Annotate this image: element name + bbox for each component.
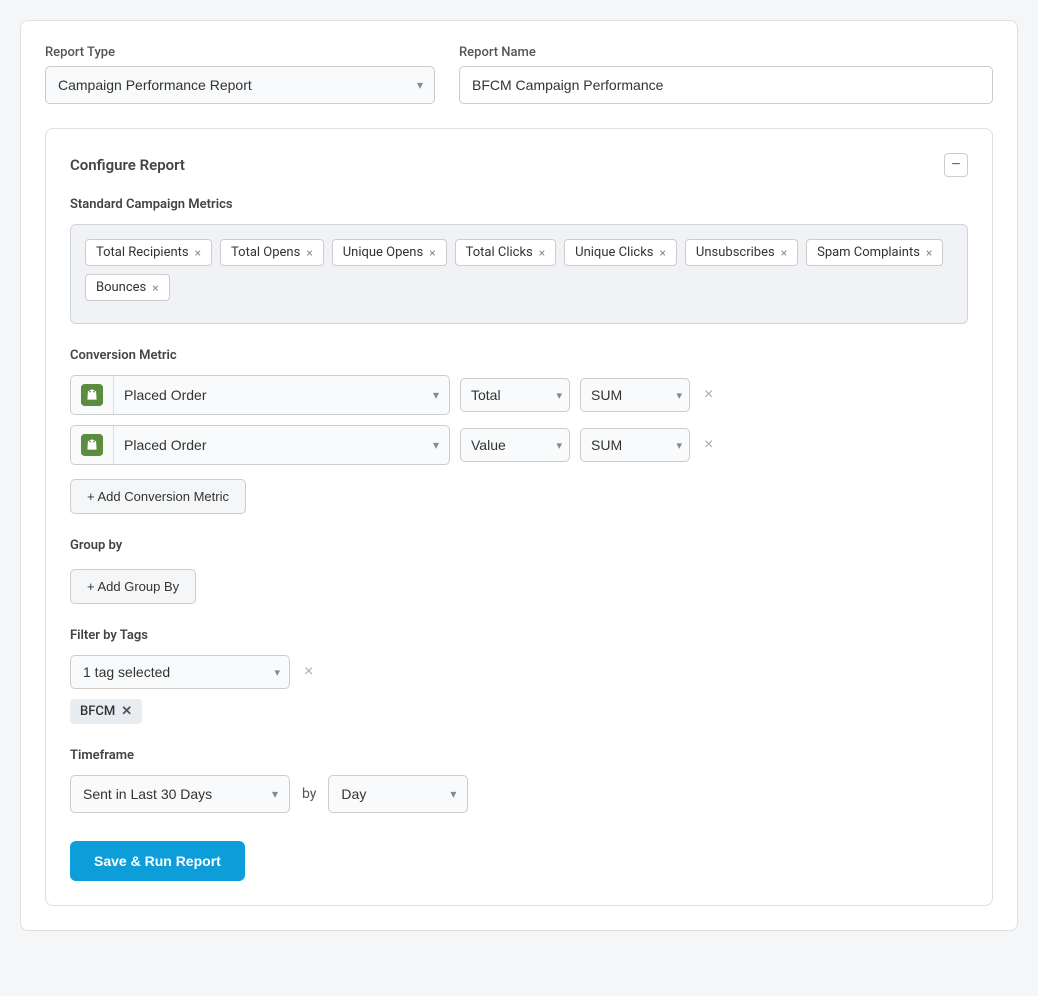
group-by-section: Group by + Add Group By xyxy=(70,538,968,604)
report-name-input[interactable] xyxy=(459,66,993,104)
filter-tags-select[interactable]: 1 tag selected 2 tags selected xyxy=(70,655,290,689)
timeframe-row: Sent in Last 30 Days Sent in Last 7 Days… xyxy=(70,775,968,813)
filter-tags-section: Filter by Tags 1 tag selected 2 tags sel… xyxy=(70,628,968,724)
metric-tag: Bounces × xyxy=(85,274,170,301)
timeframe-section: Timeframe Sent in Last 30 Days Sent in L… xyxy=(70,748,968,813)
standard-metrics-title: Standard Campaign Metrics xyxy=(70,197,968,212)
metric-tag-remove[interactable]: × xyxy=(429,247,435,259)
metric-tag: Unique Opens × xyxy=(332,239,447,266)
conversion-metric-arrow-1: ▾ xyxy=(433,388,449,402)
report-name-group: Report Name xyxy=(459,45,993,104)
report-name-label: Report Name xyxy=(459,45,993,60)
report-type-select-wrapper: Campaign Performance Report Email Perfor… xyxy=(45,66,435,104)
conversion-metric-section: Conversion Metric Placed Order St xyxy=(70,348,968,514)
function-select-wrap-1: SUM AVG COUNT ▾ xyxy=(580,378,690,412)
add-conversion-metric-button[interactable]: + Add Conversion Metric xyxy=(70,479,246,514)
metric-tag-remove[interactable]: × xyxy=(660,247,666,259)
metric-tag-label: Total Recipients xyxy=(96,245,189,260)
metric-tag-remove[interactable]: × xyxy=(195,247,201,259)
remove-conversion-row-1[interactable]: × xyxy=(700,382,717,408)
metrics-tags: Total Recipients×Total Opens×Unique Open… xyxy=(85,239,953,301)
metric-tag: Total Clicks × xyxy=(455,239,557,266)
aggregate-select-wrap-2: Total Value Count ▾ xyxy=(460,428,570,462)
aggregate-select-wrap-1: Total Value Count ▾ xyxy=(460,378,570,412)
metric-tag: Total Opens × xyxy=(220,239,324,266)
standard-metrics-section: Standard Campaign Metrics Total Recipien… xyxy=(70,197,968,324)
report-type-group: Report Type Campaign Performance Report … xyxy=(45,45,435,104)
metric-tag-remove[interactable]: × xyxy=(306,247,312,259)
metric-tag-label: Bounces xyxy=(96,280,146,295)
filter-tags-title: Filter by Tags xyxy=(70,628,968,643)
timeframe-select[interactable]: Sent in Last 30 Days Sent in Last 7 Days… xyxy=(70,775,290,813)
metric-tag: Unique Clicks × xyxy=(564,239,677,266)
metrics-box: Total Recipients×Total Opens×Unique Open… xyxy=(70,224,968,324)
report-type-select[interactable]: Campaign Performance Report Email Perfor… xyxy=(45,66,435,104)
tag-chip-label: BFCM xyxy=(80,704,115,719)
top-row: Report Type Campaign Performance Report … xyxy=(45,45,993,104)
metric-tag-label: Unsubscribes xyxy=(696,245,775,260)
shopify-icon-wrap-1 xyxy=(71,376,114,414)
tag-chip-remove[interactable]: ✕ xyxy=(121,704,132,719)
metric-tag: Total Recipients × xyxy=(85,239,212,266)
metric-tag-label: Unique Clicks xyxy=(575,245,653,260)
conversion-metric-select-1[interactable]: Placed Order Started Checkout Viewed Pro… xyxy=(114,379,433,411)
metric-tag-label: Spam Complaints xyxy=(817,245,920,260)
save-run-report-button[interactable]: Save & Run Report xyxy=(70,841,245,881)
collapse-button[interactable]: − xyxy=(944,153,968,177)
aggregate-select-1[interactable]: Total Value Count xyxy=(460,378,570,412)
conversion-metric-select-2[interactable]: Placed Order Started Checkout Viewed Pro… xyxy=(114,429,433,461)
granularity-select-wrapper: Day Week Month ▾ xyxy=(328,775,468,813)
conversion-metric-title: Conversion Metric xyxy=(70,348,968,363)
section-header: Configure Report − xyxy=(70,153,968,177)
metric-tag-remove[interactable]: × xyxy=(926,247,932,259)
clear-filter-tags-button[interactable]: × xyxy=(300,659,317,685)
add-group-by-button[interactable]: + Add Group By xyxy=(70,569,196,604)
shopify-bag-icon-1 xyxy=(81,384,103,406)
tag-chips-row: BFCM ✕ xyxy=(70,699,968,724)
configure-section: Configure Report − Standard Campaign Met… xyxy=(45,128,993,906)
metric-tag-label: Unique Opens xyxy=(343,245,423,260)
function-select-2[interactable]: SUM AVG COUNT xyxy=(580,428,690,462)
metric-tag-label: Total Opens xyxy=(231,245,300,260)
timeframe-title: Timeframe xyxy=(70,748,968,763)
aggregate-select-2[interactable]: Total Value Count xyxy=(460,428,570,462)
function-select-1[interactable]: SUM AVG COUNT xyxy=(580,378,690,412)
metric-tag-remove[interactable]: × xyxy=(539,247,545,259)
metric-tag-label: Total Clicks xyxy=(466,245,533,260)
by-label: by xyxy=(302,786,316,802)
configure-section-title: Configure Report xyxy=(70,156,185,174)
tag-chip: BFCM ✕ xyxy=(70,699,142,724)
report-type-label: Report Type xyxy=(45,45,435,60)
group-by-title: Group by xyxy=(70,538,968,553)
conversion-row-2: Placed Order Started Checkout Viewed Pro… xyxy=(70,425,968,465)
metric-tag: Spam Complaints × xyxy=(806,239,943,266)
conversion-metric-dropdown-2: Placed Order Started Checkout Viewed Pro… xyxy=(70,425,450,465)
shopify-bag-icon-2 xyxy=(81,434,103,456)
page-wrapper: Report Type Campaign Performance Report … xyxy=(20,20,1018,931)
conversion-metric-arrow-2: ▾ xyxy=(433,438,449,452)
metric-tag-remove[interactable]: × xyxy=(152,282,158,294)
conversion-metric-dropdown-1: Placed Order Started Checkout Viewed Pro… xyxy=(70,375,450,415)
filter-select-wrapper: 1 tag selected 2 tags selected ▾ xyxy=(70,655,290,689)
shopify-icon-wrap-2 xyxy=(71,426,114,464)
timeframe-select-wrapper: Sent in Last 30 Days Sent in Last 7 Days… xyxy=(70,775,290,813)
remove-conversion-row-2[interactable]: × xyxy=(700,432,717,458)
conversion-row-1: Placed Order Started Checkout Viewed Pro… xyxy=(70,375,968,415)
granularity-select[interactable]: Day Week Month xyxy=(328,775,468,813)
function-select-wrap-2: SUM AVG COUNT ▾ xyxy=(580,428,690,462)
metric-tag: Unsubscribes × xyxy=(685,239,798,266)
metric-tag-remove[interactable]: × xyxy=(781,247,787,259)
filter-tags-row: 1 tag selected 2 tags selected ▾ × xyxy=(70,655,968,689)
